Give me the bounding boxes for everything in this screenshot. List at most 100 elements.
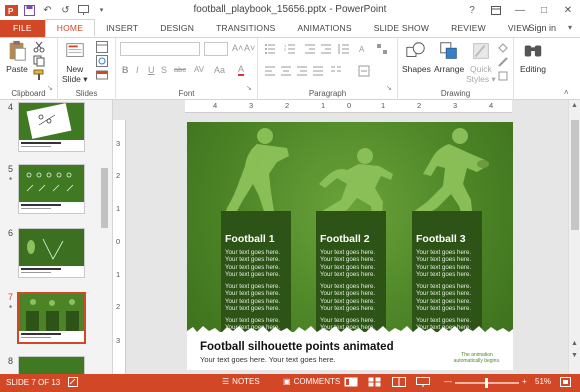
slide-sorter-icon[interactable] — [368, 377, 382, 387]
paste-button[interactable]: Paste — [5, 40, 29, 74]
shape-outline-icon[interactable] — [497, 56, 509, 68]
customize-qat-icon[interactable]: ▾ — [95, 4, 108, 17]
help-button[interactable]: ? — [460, 0, 484, 20]
zoom-level[interactable]: 51% — [535, 377, 551, 386]
reading-view-icon[interactable] — [392, 377, 406, 387]
char-spacing-button[interactable]: AV — [194, 65, 204, 74]
tab-file[interactable]: FILE — [0, 20, 45, 37]
slides-group-label: Slides — [75, 89, 98, 98]
ribbon-display-button[interactable] — [484, 0, 508, 20]
notes-button[interactable]: ☰ NOTES — [222, 377, 260, 386]
bold-button[interactable]: B — [122, 65, 129, 75]
ruler-label: 3 — [453, 101, 458, 110]
font-group: A˄ A˅ B I U S abc AV Aa A ↘ Font — [116, 38, 258, 100]
grow-font-icon[interactable]: A˄ — [232, 43, 243, 53]
change-case-button[interactable]: Aa — [214, 65, 225, 75]
column-3-panel[interactable]: Football 3 Your text goes here. Your tex… — [412, 211, 482, 335]
italic-button[interactable]: I — [136, 65, 139, 75]
align-left-icon[interactable] — [264, 65, 276, 77]
normal-view-icon[interactable] — [344, 377, 358, 387]
tab-review[interactable]: REVIEW — [440, 20, 497, 37]
line-spacing-icon[interactable] — [338, 43, 350, 55]
font-family-combo[interactable] — [120, 42, 200, 56]
shapes-button[interactable]: Shapes — [402, 40, 431, 74]
scroll-up-icon[interactable]: ▲ — [571, 102, 578, 109]
ruler-label: 1 — [321, 101, 326, 110]
copy-icon[interactable] — [33, 55, 45, 67]
shadow-button[interactable]: S — [161, 65, 167, 75]
fit-to-window-icon[interactable] — [560, 377, 571, 387]
minimize-button[interactable]: — — [508, 0, 532, 20]
tab-design[interactable]: DESIGN — [149, 20, 205, 37]
thumbnails-scrollbar[interactable] — [99, 100, 110, 374]
column-2-panel[interactable]: Football 2 Your text goes here. Your tex… — [316, 211, 386, 335]
comments-icon: ▣ — [283, 377, 291, 386]
increase-indent-icon[interactable] — [320, 43, 332, 55]
thumbnail-slide-6[interactable] — [18, 228, 85, 278]
columns-icon[interactable] — [330, 65, 342, 77]
user-menu-icon[interactable]: ▾ — [568, 23, 572, 32]
cut-icon[interactable] — [33, 41, 45, 53]
collapse-ribbon-icon[interactable]: ˄ — [564, 88, 576, 100]
language-icon[interactable] — [68, 377, 78, 387]
new-slide-button[interactable]: New Slide ▾ — [62, 40, 88, 85]
tab-animations[interactable]: ANIMATIONS — [286, 20, 362, 37]
arrange-button[interactable]: Arrange — [434, 40, 464, 74]
font-size-combo[interactable] — [204, 42, 228, 56]
play-diagram-thumbnail — [26, 172, 74, 192]
text-direction-icon[interactable]: A — [358, 43, 370, 55]
comments-button[interactable]: ▣ COMMENTS — [283, 377, 340, 386]
sign-in-link[interactable]: Sign in — [528, 23, 556, 33]
slide-title[interactable]: Football silhouette points animated — [200, 341, 394, 353]
editing-button[interactable]: Editing — [520, 40, 546, 74]
justify-icon[interactable] — [312, 65, 324, 77]
decrease-indent-icon[interactable] — [304, 43, 316, 55]
next-slide-icon[interactable]: ▼ — [571, 352, 578, 359]
reset-icon[interactable] — [96, 55, 108, 67]
start-slideshow-icon[interactable] — [77, 4, 90, 17]
thumbnail-slide-5[interactable] — [18, 164, 85, 214]
editor-scrollbar[interactable]: ▲ ▲ ▼ — [568, 100, 580, 374]
zoom-out-icon[interactable]: — — [444, 377, 452, 386]
thumbnail-slide-7[interactable] — [17, 292, 86, 344]
zoom-slider-knob[interactable] — [485, 378, 488, 388]
tab-insert[interactable]: INSERT — [95, 20, 149, 37]
underline-button[interactable]: U — [148, 65, 155, 75]
zoom-in-icon[interactable]: + — [522, 377, 527, 386]
tab-slide-show[interactable]: SLIDE SHOW — [363, 20, 440, 37]
font-color-button[interactable]: A — [238, 65, 245, 76]
thumbnails-scroll-thumb[interactable] — [101, 168, 108, 228]
numbering-icon[interactable]: 12 — [284, 43, 296, 55]
column-1-panel[interactable]: Football 1 Your text goes here. Your tex… — [221, 211, 291, 335]
redo-icon[interactable]: ↺ — [59, 4, 72, 17]
animation-note[interactable]: The animation automatically begins. — [449, 352, 505, 364]
maximize-button[interactable]: □ — [532, 0, 556, 20]
align-right-icon[interactable] — [296, 65, 308, 77]
tab-home[interactable]: HOME — [44, 19, 96, 37]
smartart-icon[interactable] — [376, 43, 388, 55]
ruler-label: 3 — [116, 139, 121, 148]
thumbnail-slide-8[interactable] — [18, 356, 85, 374]
quick-styles-button[interactable]: Quick Styles ▾ — [466, 40, 496, 85]
save-icon[interactable] — [23, 4, 36, 17]
align-text-icon[interactable] — [358, 65, 370, 77]
editor-scroll-thumb[interactable] — [571, 120, 579, 230]
layout-icon[interactable] — [96, 41, 108, 53]
shrink-font-icon[interactable]: A˅ — [244, 43, 255, 53]
thumbnail-slide-4[interactable] — [18, 102, 85, 152]
current-slide-thumbnail — [19, 294, 84, 334]
slide-canvas[interactable]: Football 1 Your text goes here. Your tex… — [187, 122, 513, 370]
strikethrough-button[interactable]: abc — [174, 65, 186, 74]
bullets-icon[interactable] — [264, 43, 276, 55]
previous-slide-icon[interactable]: ▲ — [571, 340, 578, 347]
shape-fill-icon[interactable] — [497, 42, 509, 54]
slideshow-view-icon[interactable] — [416, 377, 430, 387]
align-center-icon[interactable] — [280, 65, 292, 77]
undo-icon[interactable]: ↶ — [41, 4, 54, 17]
tab-transitions[interactable]: TRANSITIONS — [205, 20, 286, 37]
section-icon[interactable] — [96, 69, 108, 81]
format-painter-icon[interactable] — [33, 69, 45, 81]
slide-subtitle[interactable]: Your text goes here. Your text goes here… — [200, 355, 336, 364]
shape-effects-icon[interactable] — [497, 70, 509, 82]
close-button[interactable]: ✕ — [556, 0, 580, 20]
